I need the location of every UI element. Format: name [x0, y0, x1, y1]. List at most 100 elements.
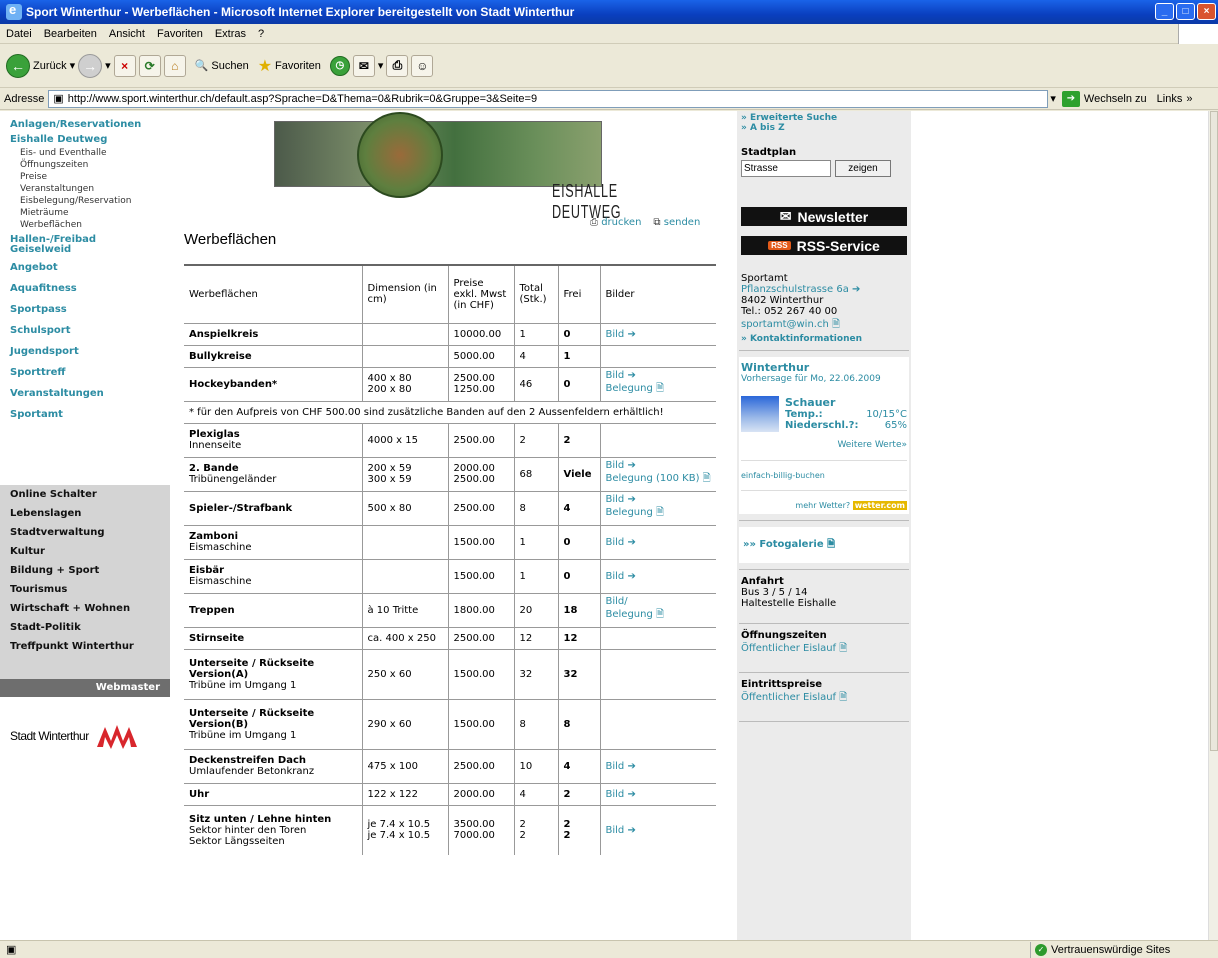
- search-button[interactable]: Suchen: [211, 60, 248, 72]
- street-link[interactable]: Pflanzschulstrasse 6a ➔: [737, 284, 911, 295]
- nav-bildung-sport[interactable]: Bildung + Sport: [0, 561, 170, 580]
- messenger-icon[interactable]: ☺: [411, 54, 434, 77]
- favorites-button[interactable]: Favoriten: [275, 60, 321, 72]
- go-arrow-icon[interactable]: ➔: [1061, 90, 1080, 107]
- nav-sub-eventhalle[interactable]: Eis- und Eventhalle: [0, 147, 170, 159]
- nav-tourismus[interactable]: Tourismus: [0, 580, 170, 599]
- nav-schulsport[interactable]: Schulsport: [0, 320, 170, 341]
- street-input[interactable]: [741, 160, 831, 177]
- total-cell: 68: [513, 456, 558, 491]
- show-map-button[interactable]: zeigen: [835, 160, 891, 177]
- vertical-scrollbar[interactable]: [1208, 111, 1218, 940]
- images-link-cell[interactable]: Bild ➔ Belegung (100 KB) 🗎: [599, 456, 716, 491]
- row-subtitle: Innenseite: [189, 440, 242, 451]
- entry-prices-link[interactable]: Öffentlicher Eislauf 🗎: [737, 690, 911, 707]
- weather-city[interactable]: Winterthur: [741, 361, 907, 374]
- images-link-cell[interactable]: Bild ➔: [599, 804, 716, 855]
- menu-extras[interactable]: Extras: [209, 28, 252, 40]
- chevron-down-icon[interactable]: ▾: [105, 59, 111, 72]
- nav-jugendsport[interactable]: Jugendsport: [0, 341, 170, 362]
- photo-gallery-link[interactable]: »» Fotogalerie 🗎: [739, 537, 835, 554]
- back-button[interactable]: Zurück: [33, 60, 67, 72]
- address-input[interactable]: ▣ http://www.sport.winterthur.ch/default…: [48, 89, 1049, 108]
- nav-anlagen[interactable]: Anlagen/Reservationen: [0, 117, 170, 132]
- menu-favoriten[interactable]: Favoriten: [151, 28, 209, 40]
- mail-icon[interactable]: ✉: [352, 54, 375, 77]
- nav-sportamt[interactable]: Sportamt: [0, 404, 170, 425]
- double-chevron-icon[interactable]: »: [1186, 93, 1192, 105]
- maximize-button[interactable]: □: [1176, 3, 1195, 20]
- images-link-cell[interactable]: Bild ➔: [599, 782, 716, 805]
- more-values-link[interactable]: Weitere Werte»: [741, 440, 907, 450]
- price-cell: 2500.00: [447, 490, 514, 525]
- menu-ansicht[interactable]: Ansicht: [103, 28, 151, 40]
- row-name: Unterseite / Rückseite Version(B): [189, 707, 315, 730]
- back-arrow-icon[interactable]: ←: [6, 53, 30, 78]
- row-name: Sitz unten / Lehne hinten: [189, 813, 332, 825]
- refresh-icon[interactable]: ⟳: [138, 54, 161, 77]
- contact-info-link[interactable]: » Kontaktinformationen: [737, 334, 911, 344]
- col-total: Total (Stk.): [513, 264, 558, 323]
- nav-aquafitness[interactable]: Aquafitness: [0, 278, 170, 299]
- nav-sub-oeffnungszeiten[interactable]: Öffnungszeiten: [0, 159, 170, 171]
- nav-hallenbad[interactable]: Hallen-/Freibad Geiselweid: [0, 231, 120, 257]
- favorites-star-icon[interactable]: ★: [258, 56, 272, 76]
- nav-eishalle[interactable]: Eishalle Deutweg: [0, 132, 170, 147]
- print-icon[interactable]: ⎙: [386, 54, 409, 77]
- dropdown-arrow-icon[interactable]: ▾: [1050, 92, 1056, 105]
- search-icon[interactable]: 🔍: [195, 59, 209, 72]
- nav-sub-werbeflaechen[interactable]: Werbeflächen: [0, 219, 170, 231]
- email-link[interactable]: sportamt@win.ch 🗎: [737, 317, 911, 334]
- nav-online-schalter[interactable]: Online Schalter: [0, 485, 170, 504]
- nav-lebenslagen[interactable]: Lebenslagen: [0, 504, 170, 523]
- newsletter-button[interactable]: ✉ Newsletter: [741, 207, 907, 226]
- images-link-cell[interactable]: Bild ➔: [599, 322, 716, 345]
- nav-sporttreff[interactable]: Sporttreff: [0, 362, 170, 383]
- send-link[interactable]: ⧉ senden: [653, 217, 700, 228]
- nav-sportpass[interactable]: Sportpass: [0, 299, 170, 320]
- images-link-cell[interactable]: Bild ➔ Belegung 🗎: [599, 490, 716, 525]
- links-button[interactable]: Links: [1157, 93, 1183, 105]
- images-link-cell[interactable]: Bild/Belegung 🗎: [599, 592, 716, 627]
- nav-sub-eisbelegung[interactable]: Eisbelegung/Reservation: [0, 195, 170, 207]
- scrollbar-thumb[interactable]: [1210, 111, 1218, 751]
- total-cell: 46: [513, 366, 558, 401]
- stop-icon[interactable]: ×: [113, 54, 136, 77]
- nav-treffpunkt[interactable]: Treffpunkt Winterthur: [0, 637, 170, 656]
- nav-angebot[interactable]: Angebot: [0, 257, 170, 278]
- minimize-button[interactable]: _: [1155, 3, 1174, 20]
- print-link[interactable]: ⎙ drucken: [590, 217, 641, 228]
- history-icon[interactable]: ◷: [329, 55, 350, 76]
- a-to-z-link[interactable]: » A bis Z: [737, 123, 911, 133]
- nav-stadt-politik[interactable]: Stadt-Politik: [0, 618, 170, 637]
- menu-bearbeiten[interactable]: Bearbeiten: [38, 28, 103, 40]
- more-weather-link[interactable]: mehr Wetter?: [795, 501, 850, 510]
- nav-sub-veranstaltungen[interactable]: Veranstaltungen: [0, 183, 170, 195]
- home-icon[interactable]: ⌂: [163, 54, 186, 77]
- nav-veranstaltungen[interactable]: Veranstaltungen: [0, 383, 170, 404]
- opening-hours-link[interactable]: Öffentlicher Eislauf 🗎: [737, 641, 911, 658]
- images-link-cell[interactable]: Bild ➔ Belegung 🗎: [599, 366, 716, 401]
- nav-kultur[interactable]: Kultur: [0, 542, 170, 561]
- nav-wirtschaft[interactable]: Wirtschaft + Wohnen: [0, 599, 170, 618]
- images-link-cell[interactable]: Bild ➔: [599, 558, 716, 593]
- city-logo[interactable]: Stadt Winterthur: [10, 723, 145, 749]
- wetter-com-logo[interactable]: wetter.com: [852, 501, 907, 510]
- rss-button[interactable]: RSS RSS-Service: [741, 236, 907, 255]
- menu-datei[interactable]: Datei: [0, 28, 38, 40]
- menu-help[interactable]: ?: [252, 28, 270, 40]
- go-button[interactable]: Wechseln zu: [1084, 93, 1147, 105]
- chevron-down-icon[interactable]: ▾: [70, 59, 76, 72]
- nav-sub-mietraeume[interactable]: Mieträume: [0, 207, 170, 219]
- chevron-down-icon[interactable]: ▾: [378, 59, 384, 72]
- images-link-cell[interactable]: Bild ➔: [599, 524, 716, 559]
- extended-search-link[interactable]: » Erweiterte Suche: [737, 113, 911, 123]
- images-link-cell[interactable]: Bild ➔: [599, 748, 716, 783]
- close-button[interactable]: ×: [1197, 3, 1216, 20]
- webmaster-link[interactable]: Webmaster: [0, 679, 170, 697]
- nav-stadtverwaltung[interactable]: Stadtverwaltung: [0, 523, 170, 542]
- row-subtitle: Tribüne im Umgang 1: [189, 729, 297, 741]
- cheap-booking-link[interactable]: einfach-billig-buchen: [741, 460, 907, 480]
- forward-arrow-icon[interactable]: →: [78, 53, 103, 78]
- nav-sub-preise[interactable]: Preise: [0, 171, 170, 183]
